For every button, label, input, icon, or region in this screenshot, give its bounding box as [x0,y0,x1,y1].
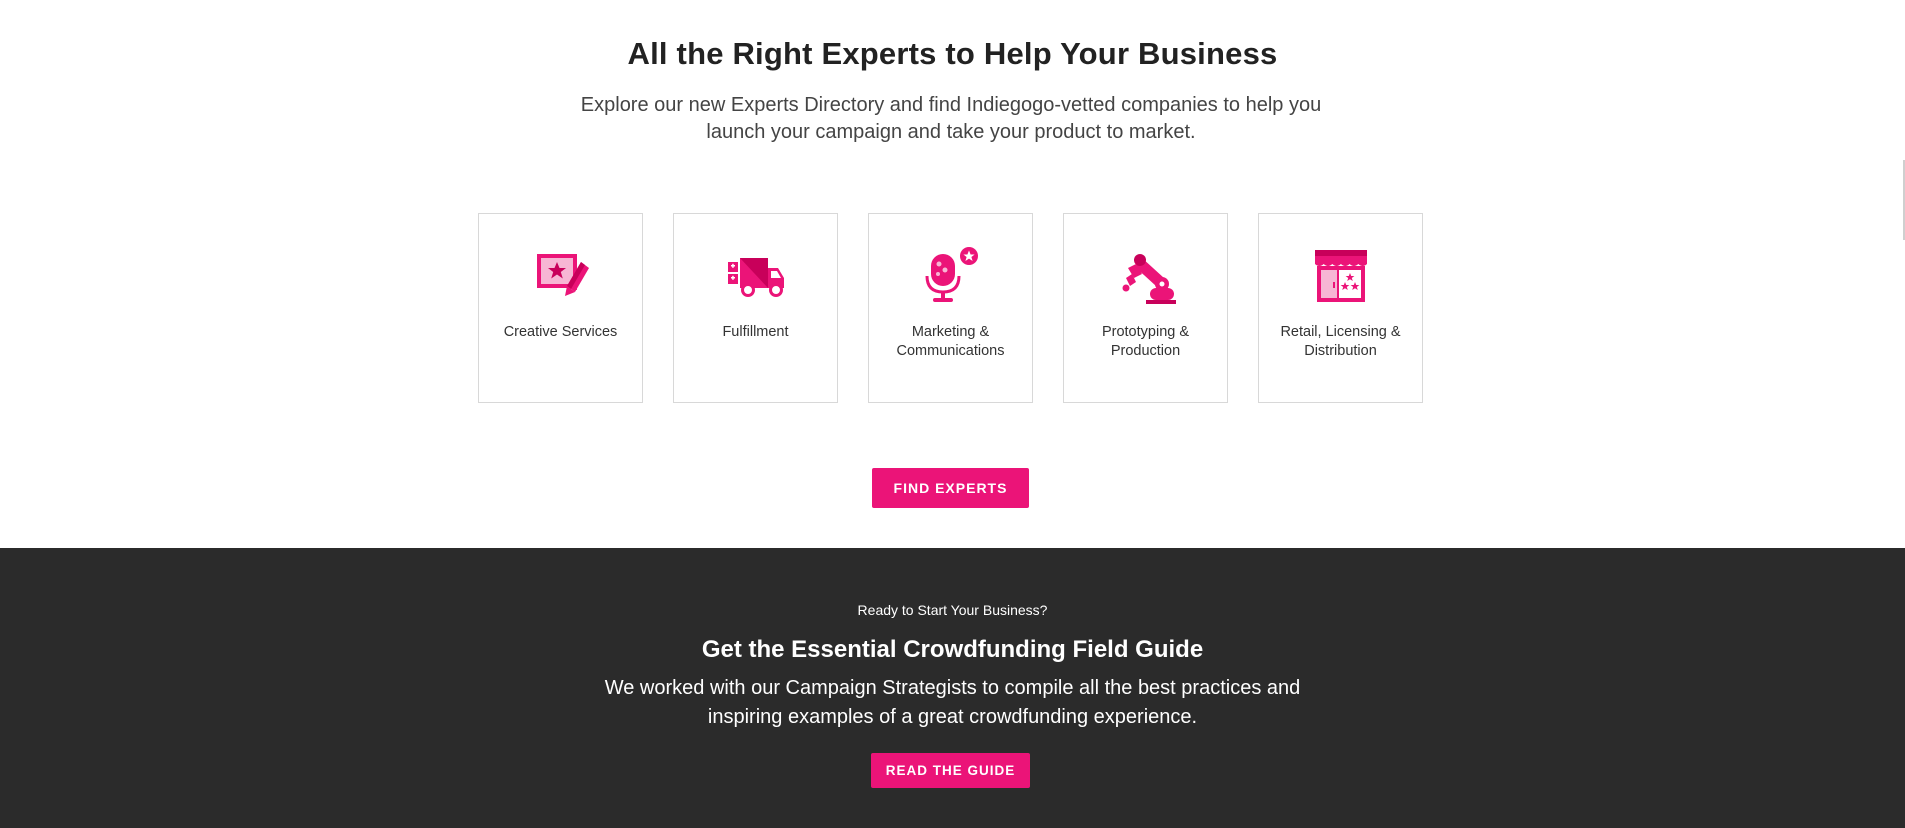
category-label: Fulfillment [722,324,789,340]
category-card-marketing-communications[interactable]: Marketing & Communications [868,213,1033,403]
expert-categories: Creative Services Fulfillment Marketing … [478,213,1423,403]
category-label: Marketing & Communications [896,324,1005,359]
experts-section: All the Right Experts to Help Your Busin… [0,0,1905,548]
microphone-icon [919,244,983,308]
guide-kicker: Ready to Start Your Business? [857,602,1048,618]
delivery-truck-icon [724,244,788,308]
experts-description: Explore our new Experts Directory and fi… [580,94,1322,143]
category-label: Prototyping & Production [1101,324,1190,359]
category-card-prototyping-production[interactable]: Prototyping & Production [1063,213,1228,403]
read-the-guide-button[interactable]: READ THE GUIDE [871,753,1030,788]
experts-title: All the Right Experts to Help Your Busin… [627,36,1278,71]
category-card-retail-licensing-distribution[interactable]: Retail, Licensing & Distribution [1258,213,1423,403]
find-experts-button[interactable]: FIND EXPERTS [872,468,1029,508]
category-label: Retail, Licensing & Distribution [1280,324,1401,359]
storefront-icon [1309,244,1373,308]
field-guide-section: Ready to Start Your Business? Get the Es… [0,548,1905,828]
guide-title: Get the Essential Crowdfunding Field Gui… [701,636,1204,663]
guide-description: We worked with our Campaign Strategists … [604,677,1301,728]
category-card-creative-services[interactable]: Creative Services [478,213,643,403]
creative-services-icon [529,244,593,308]
category-label: Creative Services [503,324,618,340]
robotic-arm-icon [1114,244,1178,308]
category-card-fulfillment[interactable]: Fulfillment [673,213,838,403]
